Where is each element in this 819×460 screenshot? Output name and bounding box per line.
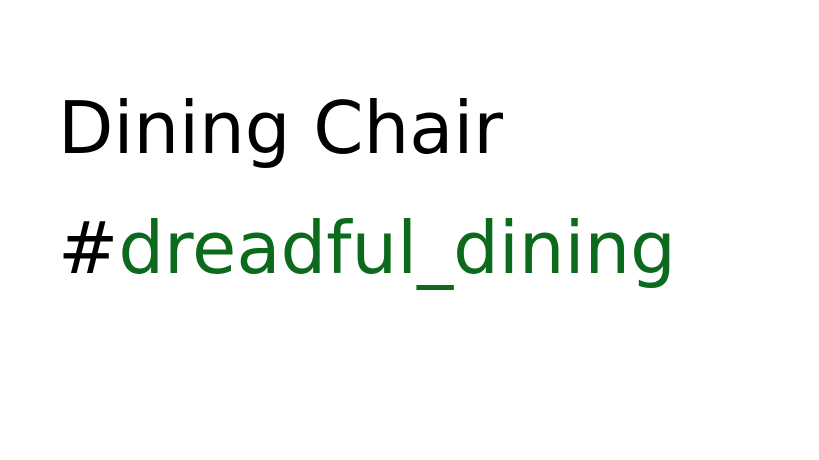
canvas: Dining Chair #dreadful_dining [0,0,819,460]
page-title: Dining Chair [58,86,503,170]
hashtag: #dreadful_dining [58,212,676,284]
hashtag-symbol: # [58,206,119,290]
hashtag-text: dreadful_dining [118,206,676,290]
